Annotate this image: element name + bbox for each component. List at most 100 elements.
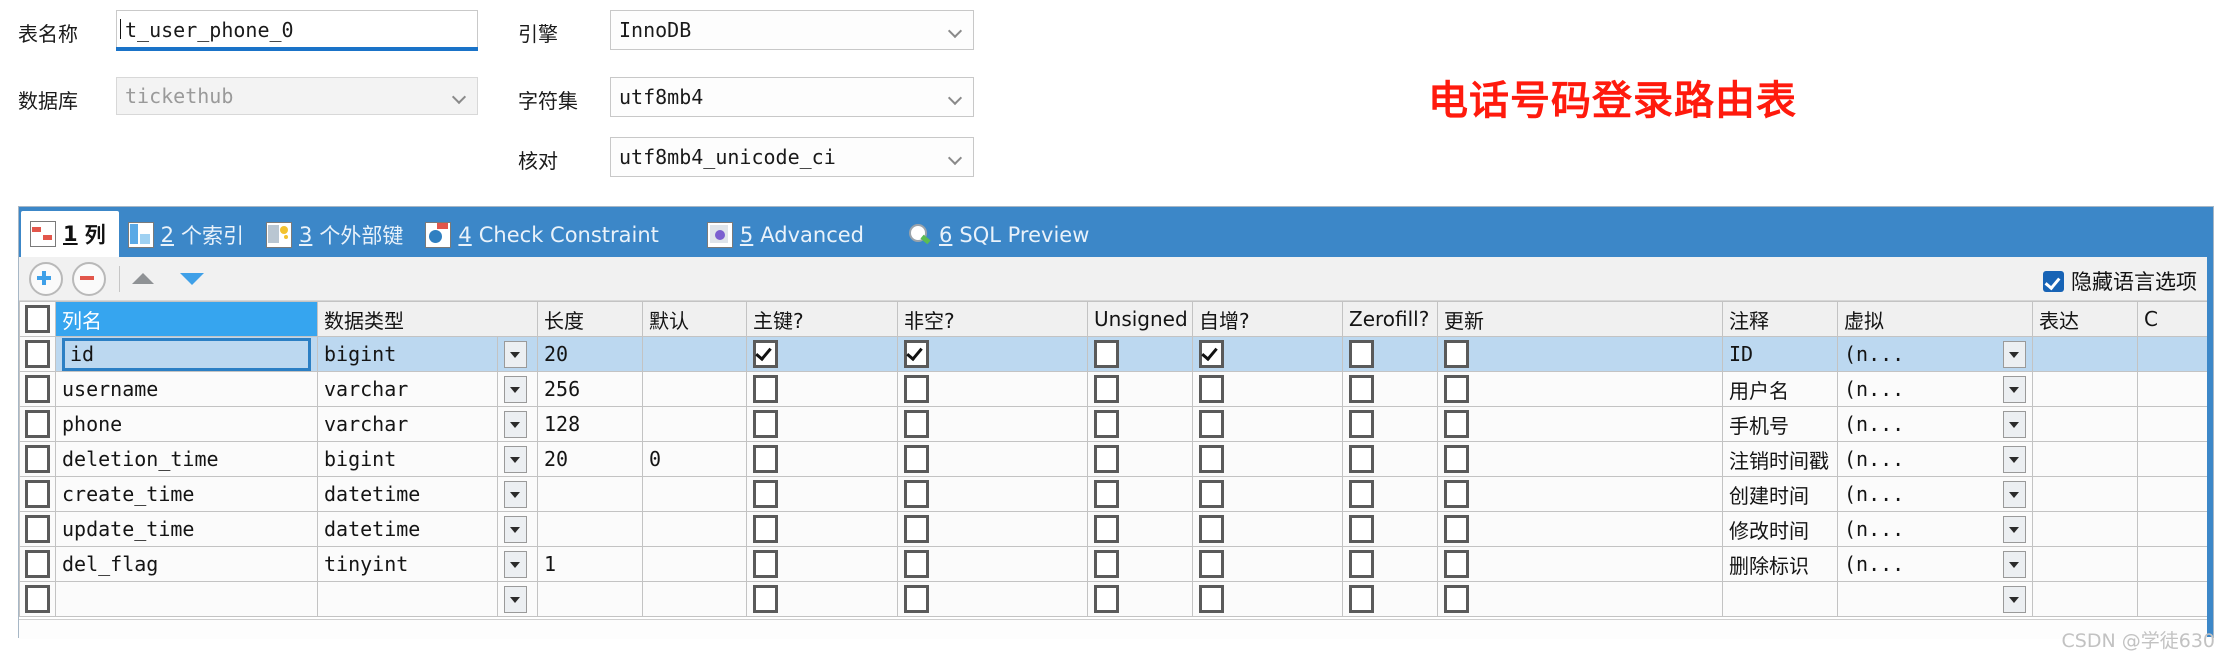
tab-indexes[interactable]: 2 个索引: [119, 213, 257, 257]
row-checkbox[interactable]: [25, 410, 50, 438]
auto-increment-checkbox[interactable]: [1199, 340, 1224, 368]
header-auto-increment[interactable]: 自增?: [1192, 301, 1343, 337]
row-checkbox[interactable]: [25, 585, 50, 613]
auto-increment-checkbox[interactable]: [1199, 550, 1224, 578]
zerofill-checkbox[interactable]: [1349, 445, 1374, 473]
table-row[interactable]: del_flag tinyint 1 删除标识 (n...: [19, 546, 2213, 582]
cell-default[interactable]: [642, 511, 747, 547]
cell-column-name[interactable]: [55, 581, 318, 617]
cell-data-type[interactable]: tinyint: [317, 546, 498, 582]
unsigned-checkbox[interactable]: [1094, 410, 1119, 438]
update-checkbox[interactable]: [1444, 375, 1469, 403]
not-null-checkbox[interactable]: [904, 585, 929, 613]
cell-not-null[interactable]: [897, 336, 1088, 372]
cell-virtual[interactable]: (n...: [1837, 406, 2033, 442]
cell-update[interactable]: [1437, 581, 1723, 617]
unsigned-checkbox[interactable]: [1094, 515, 1119, 543]
unsigned-checkbox[interactable]: [1094, 340, 1119, 368]
primary-key-checkbox[interactable]: [753, 340, 778, 368]
not-null-checkbox[interactable]: [904, 480, 929, 508]
table-row[interactable]: id bigint 20 ID (n...: [19, 336, 2213, 372]
row-select-cell[interactable]: [19, 336, 56, 372]
select-all-checkbox[interactable]: [25, 305, 50, 333]
cell-length[interactable]: [537, 476, 643, 512]
table-row[interactable]: deletion_time bigint 20 0 注销时间戳 (n...: [19, 441, 2213, 477]
table-row[interactable]: phone varchar 128 手机号 (n...: [19, 406, 2213, 442]
cell-zerofill[interactable]: [1342, 476, 1438, 512]
columns-grid[interactable]: 列名 数据类型 长度 默认 主键? 非空? Unsigned 自增? Zerof…: [19, 301, 2213, 639]
row-select-cell[interactable]: [19, 476, 56, 512]
table-row[interactable]: create_time datetime 创建时间 (n...: [19, 476, 2213, 512]
auto-increment-checkbox[interactable]: [1199, 585, 1224, 613]
cell-unsigned[interactable]: [1087, 581, 1193, 617]
add-field-button[interactable]: [29, 261, 63, 296]
header-unsigned[interactable]: Unsigned: [1087, 301, 1193, 337]
cell-length[interactable]: 20: [537, 336, 643, 372]
update-checkbox[interactable]: [1444, 585, 1469, 613]
cell-expression[interactable]: [2032, 546, 2138, 582]
cell-expression[interactable]: [2032, 371, 2138, 407]
cell-truncated[interactable]: [2137, 476, 2213, 512]
primary-key-checkbox[interactable]: [753, 585, 778, 613]
cell-unsigned[interactable]: [1087, 406, 1193, 442]
cell-data-type-dropdown[interactable]: [497, 336, 538, 372]
cell-data-type-dropdown[interactable]: [497, 441, 538, 477]
auto-increment-checkbox[interactable]: [1199, 445, 1224, 473]
cell-virtual[interactable]: (n...: [1837, 476, 2033, 512]
unsigned-checkbox[interactable]: [1094, 480, 1119, 508]
zerofill-checkbox[interactable]: [1349, 410, 1374, 438]
primary-key-checkbox[interactable]: [753, 515, 778, 543]
primary-key-checkbox[interactable]: [753, 550, 778, 578]
cell-data-type[interactable]: bigint: [317, 336, 498, 372]
header-expression[interactable]: 表达: [2032, 301, 2138, 337]
update-checkbox[interactable]: [1444, 515, 1469, 543]
cell-auto-increment[interactable]: [1192, 371, 1343, 407]
cell-expression[interactable]: [2032, 406, 2138, 442]
update-checkbox[interactable]: [1444, 410, 1469, 438]
dropdown-arrow-icon[interactable]: [2003, 445, 2026, 473]
cell-not-null[interactable]: [897, 511, 1088, 547]
cell-truncated[interactable]: [2137, 371, 2213, 407]
cell-column-name[interactable]: create_time: [55, 476, 318, 512]
cell-comment[interactable]: 注销时间戳: [1722, 441, 1838, 477]
cell-data-type-dropdown[interactable]: [497, 476, 538, 512]
cell-virtual[interactable]: [1837, 581, 2033, 617]
cell-zerofill[interactable]: [1342, 441, 1438, 477]
cell-comment[interactable]: 删除标识: [1722, 546, 1838, 582]
update-checkbox[interactable]: [1444, 340, 1469, 368]
cell-length[interactable]: [537, 511, 643, 547]
cell-primary-key[interactable]: [746, 511, 898, 547]
dropdown-arrow-icon[interactable]: [504, 445, 527, 473]
table-row[interactable]: [19, 581, 2213, 617]
cell-truncated[interactable]: [2137, 546, 2213, 582]
cell-virtual[interactable]: (n...: [1837, 511, 2033, 547]
dropdown-arrow-icon[interactable]: [504, 410, 527, 438]
tab-foreign-keys[interactable]: 3 个外部键: [257, 213, 416, 257]
row-select-cell[interactable]: [19, 441, 56, 477]
table-row[interactable]: update_time datetime 修改时间 (n...: [19, 511, 2213, 547]
cell-truncated[interactable]: [2137, 511, 2213, 547]
table-name-input[interactable]: t_user_phone_0: [116, 10, 478, 48]
cell-auto-increment[interactable]: [1192, 336, 1343, 372]
header-truncated[interactable]: C: [2137, 301, 2213, 337]
row-checkbox[interactable]: [25, 375, 50, 403]
cell-zerofill[interactable]: [1342, 581, 1438, 617]
row-checkbox[interactable]: [25, 445, 50, 473]
cell-default[interactable]: [642, 406, 747, 442]
cell-data-type-dropdown[interactable]: [497, 546, 538, 582]
cell-primary-key[interactable]: [746, 371, 898, 407]
cell-unsigned[interactable]: [1087, 511, 1193, 547]
not-null-checkbox[interactable]: [904, 445, 929, 473]
zerofill-checkbox[interactable]: [1349, 375, 1374, 403]
unsigned-checkbox[interactable]: [1094, 550, 1119, 578]
update-checkbox[interactable]: [1444, 480, 1469, 508]
dropdown-arrow-icon[interactable]: [504, 585, 527, 613]
cell-primary-key[interactable]: [746, 581, 898, 617]
row-select-cell[interactable]: [19, 511, 56, 547]
header-not-null[interactable]: 非空?: [897, 301, 1088, 337]
cell-unsigned[interactable]: [1087, 336, 1193, 372]
dropdown-arrow-icon[interactable]: [2003, 480, 2026, 508]
header-update[interactable]: 更新: [1437, 301, 1723, 337]
header-zerofill[interactable]: Zerofill?: [1342, 301, 1438, 337]
cell-length[interactable]: 1: [537, 546, 643, 582]
